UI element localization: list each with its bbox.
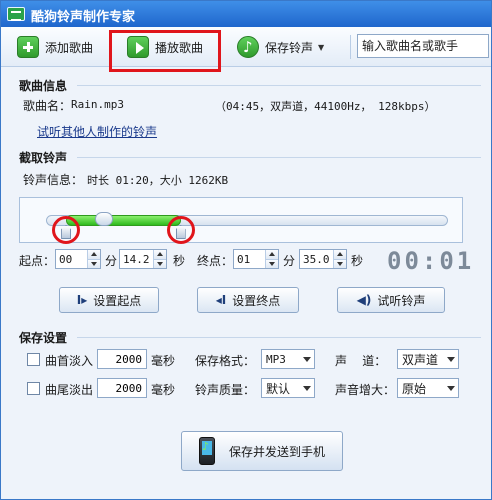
fade-in-label: 曲首淡入 bbox=[45, 354, 94, 368]
save-ringtone-button[interactable]: 保存铃声 ▼ bbox=[237, 34, 324, 60]
save-and-send-label: 保存并发送到手机 bbox=[228, 444, 325, 459]
start-minute-value: 00 bbox=[59, 252, 73, 266]
start-second-value: 14.2 bbox=[123, 252, 150, 266]
start-label: 起点： bbox=[19, 254, 56, 268]
start-second-stepper[interactable]: 14.2 bbox=[119, 249, 167, 269]
end-second-stepper[interactable]: 35.0 bbox=[299, 249, 347, 269]
plus-icon bbox=[17, 36, 39, 58]
chevron-down-icon bbox=[300, 350, 314, 368]
second-unit: 秒 bbox=[173, 254, 186, 268]
stepper-down-icon[interactable] bbox=[88, 259, 100, 268]
stepper-up-icon[interactable] bbox=[154, 250, 166, 260]
divider bbox=[77, 337, 481, 338]
clip-heading: 截取铃声 bbox=[19, 151, 68, 165]
ms-unit: 毫秒 bbox=[151, 354, 176, 368]
end-minute-value: 01 bbox=[237, 252, 251, 266]
song-name-label: 歌曲名： bbox=[23, 99, 72, 113]
app-window: 酷狗铃声制作专家 添加歌曲 播放歌曲 保存铃声 ▼ 歌曲信息 歌曲名： Rain… bbox=[0, 0, 492, 500]
toolbar: 添加歌曲 播放歌曲 保存铃声 ▼ bbox=[1, 27, 491, 67]
set-end-label: 设置终点 bbox=[232, 293, 281, 308]
format-select[interactable]: MP3 bbox=[261, 349, 315, 369]
stepper-buttons bbox=[153, 250, 166, 268]
fade-out-checkbox[interactable] bbox=[27, 382, 40, 395]
search-input[interactable] bbox=[357, 34, 489, 58]
end-minute-stepper[interactable]: 01 bbox=[233, 249, 279, 269]
minute-unit: 分 bbox=[105, 254, 118, 268]
song-info-heading: 歌曲信息 bbox=[19, 79, 68, 93]
save-settings-heading: 保存设置 bbox=[19, 331, 68, 345]
stepper-buttons bbox=[265, 250, 278, 268]
stepper-up-icon[interactable] bbox=[334, 250, 346, 260]
window-title: 酷狗铃声制作专家 bbox=[31, 10, 136, 25]
preview-ringtone-label: 试听铃声 bbox=[377, 293, 426, 308]
divider bbox=[77, 85, 481, 86]
stepper-buttons bbox=[333, 250, 346, 268]
set-start-label: 设置起点 bbox=[93, 293, 142, 308]
add-song-button[interactable]: 添加歌曲 bbox=[17, 34, 93, 60]
set-start-icon: I▸ bbox=[76, 293, 88, 307]
start-highlight-annotation bbox=[52, 216, 81, 244]
minute-unit: 分 bbox=[283, 254, 296, 268]
chevron-down-icon bbox=[300, 379, 314, 397]
volume-value: 原始 bbox=[402, 381, 427, 396]
highlight-annotation bbox=[109, 30, 221, 72]
playhead-knob[interactable] bbox=[95, 212, 114, 226]
chevron-down-icon: ▼ bbox=[318, 42, 325, 52]
stepper-down-icon[interactable] bbox=[266, 259, 278, 268]
ringtone-info-label: 铃声信息： bbox=[23, 173, 84, 187]
format-value: MP3 bbox=[266, 352, 286, 366]
phone-icon bbox=[198, 437, 215, 465]
second-unit: 秒 bbox=[351, 254, 364, 268]
fade-in-checkbox[interactable] bbox=[27, 353, 40, 366]
song-details: （04:45，双声道，44100Hz， 128kbps） bbox=[215, 100, 436, 113]
stepper-up-icon[interactable] bbox=[88, 250, 100, 260]
set-end-icon: ◂I bbox=[215, 293, 227, 307]
chevron-down-icon bbox=[444, 350, 458, 368]
toolbar-divider bbox=[350, 35, 351, 59]
other-ringtones-link[interactable]: 试听其他人制作的铃声 bbox=[37, 123, 157, 140]
set-end-button[interactable]: ◂I 设置终点 bbox=[197, 287, 299, 313]
set-start-button[interactable]: I▸ 设置起点 bbox=[59, 287, 159, 313]
speaker-icon: ◀) bbox=[356, 293, 372, 307]
ms-unit: 毫秒 bbox=[151, 383, 176, 397]
fade-in-input[interactable] bbox=[97, 349, 147, 369]
divider bbox=[77, 157, 481, 158]
volume-label: 声音增大： bbox=[335, 383, 396, 397]
quality-select[interactable]: 默认 bbox=[261, 378, 315, 398]
stepper-down-icon[interactable] bbox=[154, 259, 166, 268]
title-bar: 酷狗铃声制作专家 bbox=[1, 1, 491, 27]
volume-select[interactable]: 原始 bbox=[397, 378, 459, 398]
end-highlight-annotation bbox=[166, 216, 195, 244]
song-name-value: Rain.mp3 bbox=[71, 98, 124, 111]
chevron-down-icon bbox=[444, 379, 458, 397]
app-logo-icon bbox=[7, 7, 25, 21]
channel-label: 声 道： bbox=[335, 354, 387, 368]
save-ringtone-label: 保存铃声 bbox=[265, 40, 314, 55]
save-and-send-button[interactable]: 保存并发送到手机 bbox=[181, 431, 343, 471]
selected-range bbox=[66, 215, 181, 226]
playback-timer: 00:01 bbox=[387, 247, 475, 275]
stepper-up-icon[interactable] bbox=[266, 250, 278, 260]
preview-ringtone-button[interactable]: ◀) 试听铃声 bbox=[337, 287, 445, 313]
channel-value: 双声道 bbox=[402, 352, 439, 367]
end-label: 终点： bbox=[197, 254, 234, 268]
end-second-value: 35.0 bbox=[303, 252, 330, 266]
stepper-down-icon[interactable] bbox=[334, 259, 346, 268]
format-label: 保存格式： bbox=[195, 354, 256, 368]
add-song-label: 添加歌曲 bbox=[45, 40, 94, 55]
clip-slider-panel bbox=[19, 197, 463, 244]
start-minute-stepper[interactable]: 00 bbox=[55, 249, 101, 269]
quality-label: 铃声质量： bbox=[195, 383, 256, 397]
fade-out-input[interactable] bbox=[97, 378, 147, 398]
channel-select[interactable]: 双声道 bbox=[397, 349, 459, 369]
stepper-buttons bbox=[87, 250, 100, 268]
quality-value: 默认 bbox=[266, 381, 291, 396]
ringtone-info-value: 时长 01:20，大小 1262KB bbox=[87, 174, 229, 187]
music-note-icon bbox=[237, 36, 259, 58]
fade-out-label: 曲尾淡出 bbox=[45, 383, 94, 397]
